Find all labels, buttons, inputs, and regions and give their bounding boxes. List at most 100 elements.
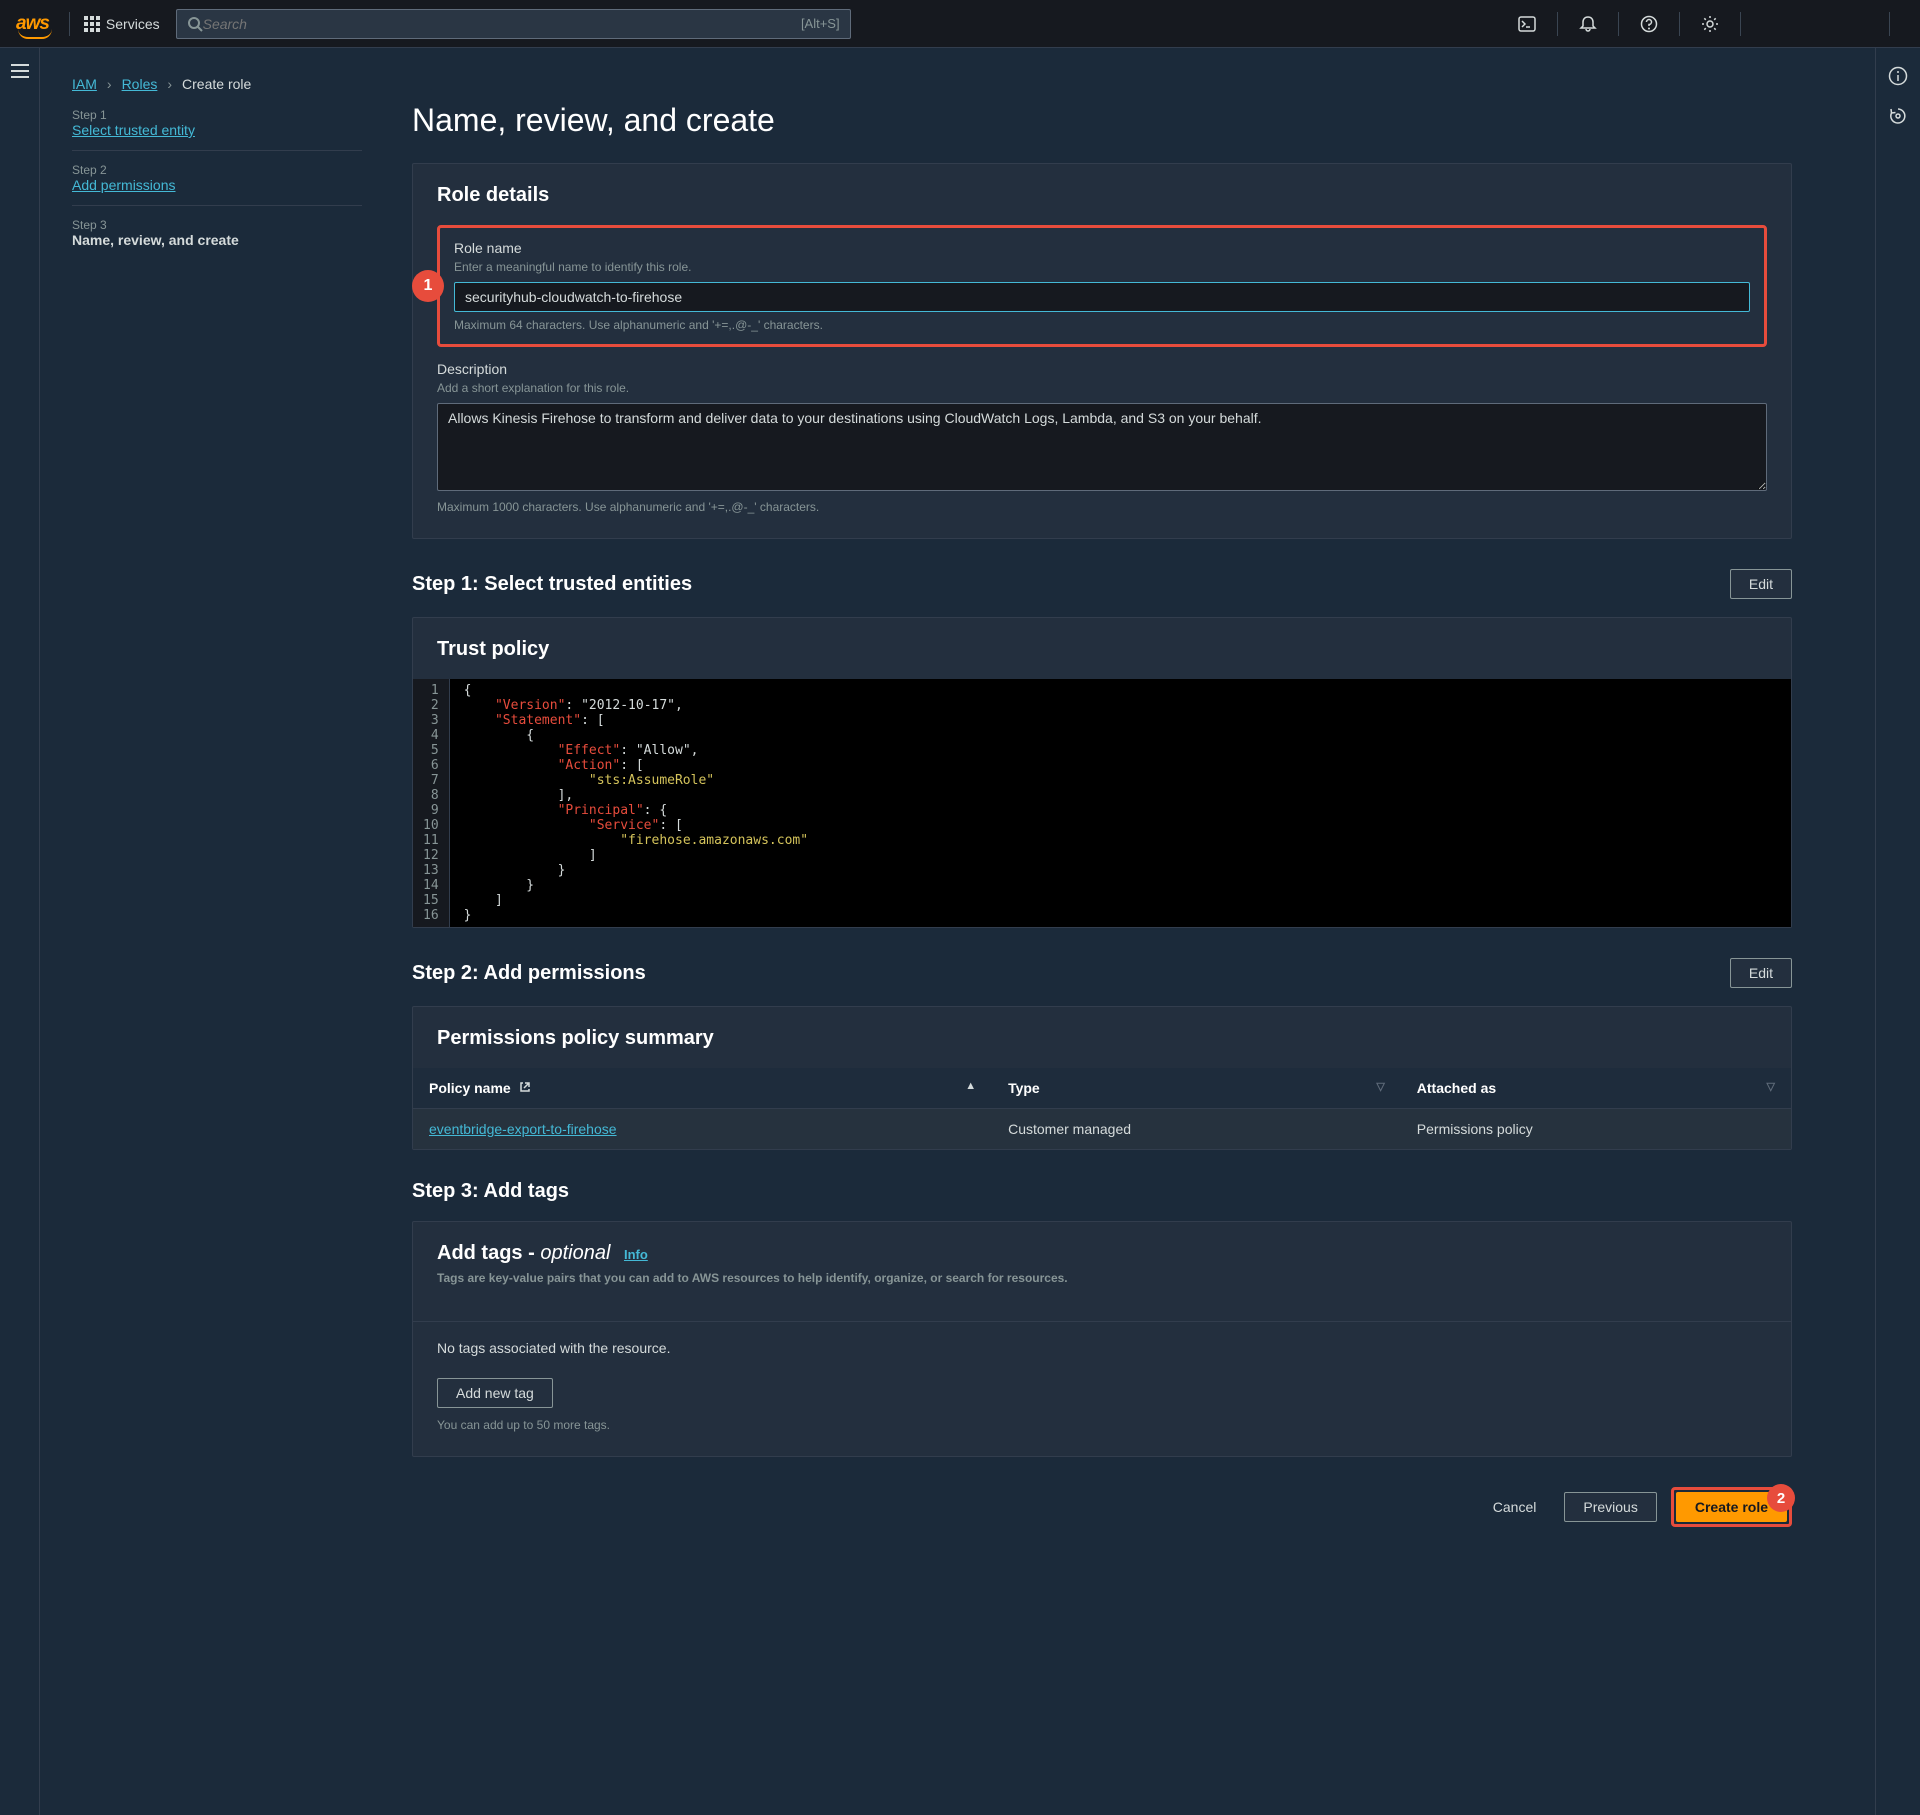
step3-heading-row: Step 3: Add tags: [412, 1180, 1792, 1203]
step-label: Add permissions: [72, 177, 362, 193]
breadcrumb-roles[interactable]: Roles: [122, 76, 158, 92]
step-label: Select trusted entity: [72, 122, 362, 138]
add-new-tag-button[interactable]: Add new tag: [437, 1378, 553, 1408]
sort-asc-icon: ▲: [965, 1080, 976, 1092]
role-details-panel: Role details 1 Role name Enter a meaning…: [412, 163, 1792, 539]
permissions-panel: Permissions policy summary Policy name ▲: [412, 1006, 1792, 1150]
step1-heading: Step 1: Select trusted entities: [412, 573, 692, 596]
nav-divider: [1740, 12, 1741, 36]
description-label: Description: [437, 361, 1767, 377]
info-circle-icon[interactable]: [1888, 66, 1908, 86]
wizard-step-2[interactable]: Step 2 Add permissions: [72, 151, 362, 206]
nav-divider: [1679, 12, 1680, 36]
step-number: Step 3: [72, 218, 362, 232]
help-icon[interactable]: [1633, 8, 1665, 40]
policy-attached-as: Permissions policy: [1401, 1109, 1791, 1150]
step2-heading-row: Step 2: Add permissions Edit: [412, 958, 1792, 988]
column-attached-as[interactable]: Attached as ▽: [1401, 1068, 1791, 1109]
external-link-icon: [519, 1081, 531, 1093]
table-header-row: Policy name ▲ Type ▽ At: [413, 1068, 1791, 1109]
tags-panel: Add tags - optional Info Tags are key-va…: [412, 1221, 1792, 1457]
gear-icon[interactable]: [1694, 8, 1726, 40]
refresh-settings-icon[interactable]: [1888, 106, 1908, 126]
cloudshell-icon[interactable]: [1511, 8, 1543, 40]
wizard-step-3: Step 3 Name, review, and create: [72, 206, 362, 260]
sort-neutral-icon: ▽: [1767, 1080, 1775, 1093]
aws-logo[interactable]: aws: [16, 13, 49, 35]
search-icon: [187, 16, 203, 32]
table-row: eventbridge-export-to-firehose Customer …: [413, 1109, 1791, 1150]
nav-divider: [1557, 12, 1558, 36]
grid-icon: [84, 16, 100, 32]
footer-actions: Cancel Previous 2 Create role: [412, 1487, 1792, 1527]
code-lines: { "Version": "2012-10-17", "Statement": …: [450, 679, 1791, 927]
tags-description: Tags are key-value pairs that you can ad…: [437, 1271, 1767, 1285]
top-nav: aws Services [Alt+S]: [0, 0, 1920, 48]
sort-neutral-icon: ▽: [1376, 1080, 1384, 1093]
hamburger-icon: [11, 64, 29, 78]
step-number: Step 1: [72, 108, 362, 122]
tag-limit: You can add up to 50 more tags.: [437, 1418, 1767, 1432]
trust-policy-panel: Trust policy 1 2 3 4 5 6 7 8 9 10 11 12 …: [412, 617, 1792, 928]
services-button[interactable]: Services: [84, 16, 160, 32]
column-label: Type: [1008, 1080, 1040, 1096]
edit-trusted-entities-button[interactable]: Edit: [1730, 569, 1792, 599]
right-rail: [1875, 48, 1920, 1815]
permissions-heading: Permissions policy summary: [413, 1007, 1791, 1068]
nav-right: [1511, 8, 1904, 40]
column-label: Policy name: [429, 1080, 511, 1096]
wizard-step-1[interactable]: Step 1 Select trusted entity: [72, 96, 362, 151]
chevron-right-icon: ›: [167, 76, 172, 92]
step-number: Step 2: [72, 163, 362, 177]
content: Name, review, and create Role details 1 …: [412, 72, 1792, 1791]
no-tags-message: No tags associated with the resource.: [437, 1340, 1767, 1356]
code-gutter: 1 2 3 4 5 6 7 8 9 10 11 12 13 14 15 16: [413, 679, 450, 927]
nav-divider: [1618, 12, 1619, 36]
description-help: Add a short explanation for this role.: [437, 381, 1767, 395]
role-name-constraint: Maximum 64 characters. Use alphanumeric …: [454, 318, 1750, 332]
breadcrumb: IAM › Roles › Create role: [72, 76, 362, 92]
edit-permissions-button[interactable]: Edit: [1730, 958, 1792, 988]
column-policy-name[interactable]: Policy name ▲: [413, 1068, 992, 1109]
previous-button[interactable]: Previous: [1564, 1492, 1656, 1522]
info-link[interactable]: Info: [624, 1247, 648, 1262]
callout-badge-2: 2: [1767, 1484, 1795, 1512]
chevron-right-icon: ›: [107, 76, 112, 92]
divider: [413, 1321, 1791, 1322]
description-constraint: Maximum 1000 characters. Use alphanumeri…: [437, 500, 1767, 514]
tags-heading: Add tags - optional Info Tags are key-va…: [413, 1222, 1791, 1303]
callout-2: 2 Create role: [1671, 1487, 1792, 1527]
sidebar-toggle[interactable]: [0, 48, 40, 1815]
policy-type: Customer managed: [992, 1109, 1401, 1150]
services-label: Services: [106, 16, 160, 32]
breadcrumb-current: Create role: [182, 76, 251, 92]
tags-heading-text: Add tags -: [437, 1242, 540, 1264]
optional-label: optional: [540, 1242, 610, 1264]
callout-1: 1 Role name Enter a meaningful name to i…: [437, 225, 1767, 347]
step3-heading: Step 3: Add tags: [412, 1180, 569, 1203]
wizard-sidebar: IAM › Roles › Create role Step 1 Select …: [72, 72, 362, 1791]
callout-badge-1: 1: [412, 270, 444, 302]
column-type[interactable]: Type ▽: [992, 1068, 1401, 1109]
policy-link[interactable]: eventbridge-export-to-firehose: [429, 1121, 617, 1137]
panel-heading: Role details: [413, 164, 1791, 225]
permissions-table: Policy name ▲ Type ▽ At: [413, 1068, 1791, 1149]
trust-policy-code: 1 2 3 4 5 6 7 8 9 10 11 12 13 14 15 16 {…: [413, 679, 1791, 927]
step1-heading-row: Step 1: Select trusted entities Edit: [412, 569, 1792, 599]
search-hint: [Alt+S]: [801, 16, 840, 31]
step-label: Name, review, and create: [72, 232, 362, 248]
search-input[interactable]: [203, 16, 801, 32]
role-name-label: Role name: [454, 240, 1750, 256]
cancel-button[interactable]: Cancel: [1479, 1491, 1551, 1523]
bell-icon[interactable]: [1572, 8, 1604, 40]
search-box[interactable]: [Alt+S]: [176, 9, 851, 39]
description-textarea[interactable]: [437, 403, 1767, 491]
breadcrumb-iam[interactable]: IAM: [72, 76, 97, 92]
page-title: Name, review, and create: [412, 102, 1792, 139]
trust-policy-heading: Trust policy: [413, 618, 1791, 679]
role-name-help: Enter a meaningful name to identify this…: [454, 260, 1750, 274]
nav-divider: [1889, 12, 1890, 36]
nav-divider: [69, 12, 70, 36]
role-name-input[interactable]: [454, 282, 1750, 312]
column-label: Attached as: [1417, 1080, 1496, 1096]
